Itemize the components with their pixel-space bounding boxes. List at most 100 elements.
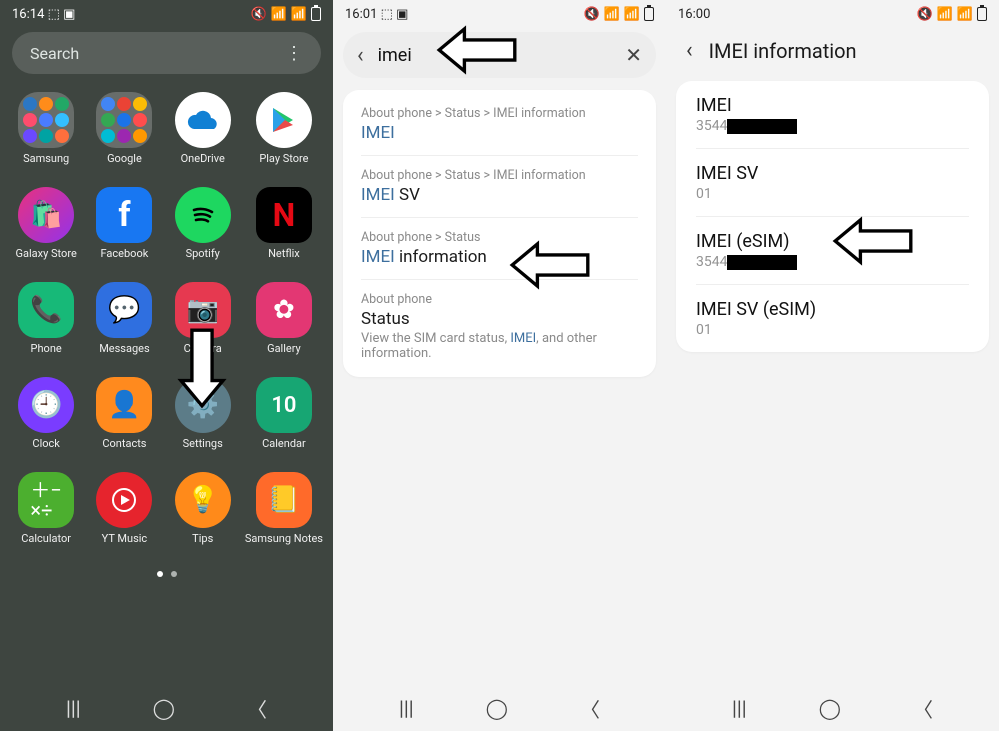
app-clock[interactable]: 🕘 Clock: [10, 377, 82, 450]
app-spotify[interactable]: Spotify: [167, 187, 239, 260]
statusbar: 16:00 🔇 📶 📶: [666, 0, 999, 26]
nav-back[interactable]: 〈: [580, 694, 600, 723]
app-samsung-notes[interactable]: 📒 Samsung Notes: [245, 472, 323, 545]
wifi-icon: 📶: [937, 7, 953, 22]
item-label: IMEI SV: [696, 163, 969, 184]
search-input[interactable]: imei: [378, 45, 612, 66]
result-title: IMEI information: [361, 247, 638, 267]
page-header: ‹ IMEI information: [666, 26, 999, 81]
app-label: Samsung Notes: [245, 532, 323, 545]
nav-home[interactable]: ◯: [819, 696, 841, 720]
more-icon[interactable]: ⋮: [285, 43, 303, 64]
mute-icon: 🔇: [250, 7, 266, 22]
app-label: Messages: [99, 342, 149, 355]
clear-icon[interactable]: ✕: [625, 43, 642, 67]
app-calendar[interactable]: 10 Calendar: [245, 377, 323, 450]
app-messages[interactable]: 💬 Messages: [88, 282, 160, 355]
app-label: Settings: [183, 437, 223, 450]
nav-recent[interactable]: |||: [399, 696, 414, 720]
item-imei-esim[interactable]: IMEI (eSIM) 3544: [696, 217, 969, 285]
navbar: ||| ◯ 〈: [666, 685, 999, 731]
mute-icon: 🔇: [916, 7, 932, 22]
screen-home: 16:14 ⬚ ▣ 🔇 📶 📶 Search ⋮ Samsung: [0, 0, 333, 731]
netflix-icon: N: [256, 187, 312, 243]
nav-back[interactable]: 〈: [913, 694, 933, 723]
ytmusic-icon: [96, 472, 152, 528]
statusbar: 16:14 ⬚ ▣ 🔇 📶 📶: [0, 0, 333, 26]
signal-icon: 📶: [957, 7, 973, 22]
result-status[interactable]: About phone Status View the SIM card sta…: [361, 280, 638, 373]
wifi-icon: 📶: [271, 7, 287, 22]
item-label: IMEI: [696, 95, 969, 116]
app-label: Contacts: [102, 437, 146, 450]
result-subtitle: View the SIM card status, IMEI, and othe…: [361, 331, 638, 361]
search-bar[interactable]: Search ⋮: [12, 32, 321, 74]
item-imei-sv[interactable]: IMEI SV 01: [696, 149, 969, 217]
app-gallery[interactable]: ✿ Gallery: [245, 282, 323, 355]
battery-icon: [311, 7, 321, 21]
breadcrumb: About phone > Status: [361, 230, 638, 245]
page-indicator[interactable]: [0, 571, 333, 577]
app-facebook[interactable]: f Facebook: [88, 187, 160, 260]
item-value: 01: [696, 322, 969, 338]
app-label: Google: [107, 152, 142, 165]
results-card: About phone > Status > IMEI information …: [343, 90, 656, 377]
app-calculator[interactable]: ＋−×÷ Calculator: [10, 472, 82, 545]
nav-recent[interactable]: |||: [66, 696, 81, 720]
statusbar-icons: 🔇 📶 📶: [583, 7, 654, 22]
app-label: Tips: [192, 532, 213, 545]
statusbar-icons: 🔇 📶 📶: [250, 7, 321, 22]
back-icon[interactable]: ‹: [357, 43, 364, 68]
app-galaxy-store[interactable]: 🛍️ Galaxy Store: [10, 187, 82, 260]
statusbar-time: 16:00: [678, 7, 710, 22]
app-label: Samsung: [23, 152, 69, 165]
gallery-icon: ✿: [256, 282, 312, 338]
app-camera[interactable]: 📷 Camera: [167, 282, 239, 355]
result-imei-information[interactable]: About phone > Status IMEI information: [361, 218, 638, 280]
nav-recent[interactable]: |||: [732, 696, 747, 720]
clock-icon: 🕘: [18, 377, 74, 433]
statusbar-time: 16:14 ⬚ ▣: [12, 7, 75, 22]
app-play-store[interactable]: Play Store: [245, 92, 323, 165]
wifi-icon: 📶: [604, 7, 620, 22]
screen-settings-search: 16:01 ⬚ ▣ 🔇 📶 📶 ‹ imei ✕ About phone > S…: [333, 0, 666, 731]
item-label: IMEI SV (eSIM): [696, 299, 969, 320]
facebook-icon: f: [96, 187, 152, 243]
app-phone[interactable]: 📞 Phone: [10, 282, 82, 355]
app-samsung-folder[interactable]: Samsung: [10, 92, 82, 165]
screen-imei-info: 16:00 🔇 📶 📶 ‹ IMEI information IMEI 3544…: [666, 0, 999, 731]
nav-home[interactable]: ◯: [153, 696, 175, 720]
spotify-icon: [175, 187, 231, 243]
result-imei-sv[interactable]: About phone > Status > IMEI information …: [361, 156, 638, 218]
nav-back[interactable]: 〈: [247, 694, 267, 723]
item-label: IMEI (eSIM): [696, 231, 969, 252]
app-label: YT Music: [102, 532, 148, 545]
app-onedrive[interactable]: OneDrive: [167, 92, 239, 165]
search-placeholder: Search: [30, 44, 79, 63]
calculator-icon: ＋−×÷: [18, 472, 74, 528]
redacted-block: [727, 255, 797, 270]
search-header: ‹ imei ✕: [343, 32, 656, 78]
notes-icon: 📒: [256, 472, 312, 528]
result-imei[interactable]: About phone > Status > IMEI information …: [361, 94, 638, 156]
item-imei[interactable]: IMEI 3544: [696, 81, 969, 149]
app-label: Phone: [31, 342, 62, 355]
time-text: 16:00: [678, 7, 710, 22]
app-tips[interactable]: 💡 Tips: [167, 472, 239, 545]
app-contacts[interactable]: 👤 Contacts: [88, 377, 160, 450]
nav-home[interactable]: ◯: [486, 696, 508, 720]
app-yt-music[interactable]: YT Music: [88, 472, 160, 545]
navbar: ||| ◯ 〈: [0, 685, 333, 731]
item-imei-sv-esim[interactable]: IMEI SV (eSIM) 01: [696, 285, 969, 352]
statusbar: 16:01 ⬚ ▣ 🔇 📶 📶: [333, 0, 666, 26]
breadcrumb: About phone > Status > IMEI information: [361, 168, 638, 183]
signal-icon: 📶: [624, 7, 640, 22]
app-settings[interactable]: ⚙️ Settings: [167, 377, 239, 450]
back-icon[interactable]: ‹: [686, 38, 693, 63]
breadcrumb: About phone: [361, 292, 638, 307]
mute-icon: 🔇: [583, 7, 599, 22]
result-title: Status: [361, 309, 638, 329]
app-netflix[interactable]: N Netflix: [245, 187, 323, 260]
app-google-folder[interactable]: Google: [88, 92, 160, 165]
contacts-icon: 👤: [96, 377, 152, 433]
